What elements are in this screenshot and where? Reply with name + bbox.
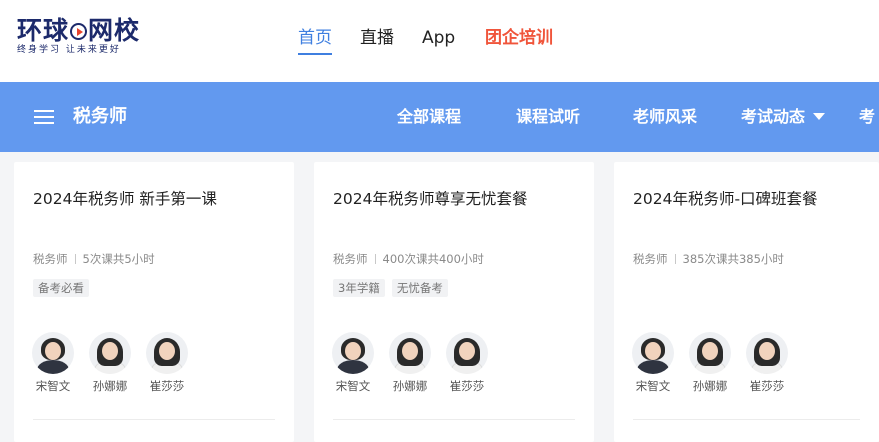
avatar (446, 332, 488, 374)
avatar (146, 332, 188, 374)
course-subject: 税务师 (33, 252, 68, 266)
menu-icon[interactable] (34, 109, 54, 125)
nav-app[interactable]: App (422, 26, 455, 50)
teacher[interactable]: 孙娜娜 (688, 332, 732, 394)
course-lessons: 5次课共5小时 (82, 252, 155, 266)
teacher[interactable]: 宋智文 (31, 332, 75, 394)
course-tag: 备考必看 (33, 279, 89, 297)
teacher-name: 崔莎莎 (449, 379, 485, 393)
avatar (89, 332, 131, 374)
teacher-name: 崔莎莎 (149, 379, 185, 393)
course-title: 2024年税务师尊享无忧套餐 (333, 190, 528, 208)
course-card[interactable]: 2024年税务师 新手第一课 税务师 5次课共5小时 备考必看 宋智文 孙娜娜 崔… (14, 162, 294, 442)
course-subject: 税务师 (333, 252, 368, 266)
avatar (632, 332, 674, 374)
teacher-name: 孙娜娜 (92, 379, 128, 393)
teacher[interactable]: 孙娜娜 (388, 332, 432, 394)
category-bar: 税务师 全部课程 课程试听 老师风采 考试动态 考 (0, 82, 879, 152)
category-title: 税务师 (73, 106, 127, 127)
teacher[interactable]: 崔莎莎 (745, 332, 789, 394)
course-tags: 备考必看 (33, 277, 96, 297)
course-card[interactable]: 2024年税务师尊享无忧套餐 税务师 400次课共400小时 3年学籍 无忧备考 宋… (314, 162, 594, 442)
teacher-name: 宋智文 (635, 379, 671, 393)
course-lessons: 385次课共385小时 (682, 252, 784, 266)
site-logo[interactable]: 环球 网校 终身学习 让未来更好 (17, 16, 142, 60)
play-icon (70, 23, 88, 40)
cat-link-trial[interactable]: 课程试听 (516, 106, 580, 128)
card-divider (33, 419, 275, 420)
cat-link-more[interactable]: 考 (859, 106, 875, 128)
card-divider (633, 419, 860, 420)
course-lessons: 400次课共400小时 (382, 252, 484, 266)
course-title: 2024年税务师 新手第一课 (33, 190, 217, 208)
course-tag: 无忧备考 (391, 279, 448, 297)
cat-link-exam-news-label: 考试动态 (741, 107, 806, 126)
avatar (389, 332, 431, 374)
nav-home[interactable]: 首页 (298, 26, 332, 55)
course-meta: 税务师 400次课共400小时 (333, 251, 484, 267)
teacher-name: 宋智文 (35, 379, 71, 393)
teacher[interactable]: 崔莎莎 (145, 332, 189, 394)
teacher-name: 孙娜娜 (692, 379, 728, 393)
course-meta: 税务师 5次课共5小时 (33, 251, 155, 267)
meta-divider (674, 254, 676, 264)
teacher[interactable]: 崔莎莎 (445, 332, 489, 394)
card-divider (333, 419, 575, 420)
cat-link-teachers[interactable]: 老师风采 (633, 106, 697, 128)
teacher-list: 宋智文 孙娜娜 崔莎莎 (631, 332, 879, 402)
teacher[interactable]: 宋智文 (631, 332, 675, 394)
teacher-name: 宋智文 (335, 379, 371, 393)
logo-wordmark: 环球 网校 (17, 16, 141, 45)
avatar (746, 332, 788, 374)
nav-live[interactable]: 直播 (360, 26, 394, 50)
course-card[interactable]: 2024年税务师-口碑班套餐 税务师 385次课共385小时 宋智文 孙娜娜 崔莎… (614, 162, 879, 442)
teacher-list: 宋智文 孙娜娜 崔莎莎 (31, 332, 281, 402)
meta-divider (374, 254, 376, 264)
cat-link-exam-news[interactable]: 考试动态 (741, 106, 826, 128)
course-title: 2024年税务师-口碑班套餐 (633, 190, 818, 208)
cat-link-all-courses[interactable]: 全部课程 (397, 106, 461, 128)
teacher[interactable]: 宋智文 (331, 332, 375, 394)
avatar (689, 332, 731, 374)
top-header: 环球 网校 终身学习 让未来更好 首页 直播 App 团企培训 (0, 0, 879, 82)
teacher[interactable]: 孙娜娜 (88, 332, 132, 394)
nav-enterprise-training[interactable]: 团企培训 (485, 26, 553, 50)
teacher-list: 宋智文 孙娜娜 崔莎莎 (331, 332, 581, 402)
course-tags: 3年学籍 无忧备考 (333, 277, 455, 297)
course-subject: 税务师 (633, 252, 668, 266)
teacher-name: 崔莎莎 (749, 379, 785, 393)
avatar (332, 332, 374, 374)
meta-divider (74, 254, 76, 264)
avatar (32, 332, 74, 374)
course-tag: 3年学籍 (333, 279, 385, 297)
chevron-down-icon (813, 113, 826, 120)
teacher-name: 孙娜娜 (392, 379, 428, 393)
logo-tagline: 终身学习 让未来更好 (17, 45, 121, 55)
course-meta: 税务师 385次课共385小时 (633, 251, 784, 267)
